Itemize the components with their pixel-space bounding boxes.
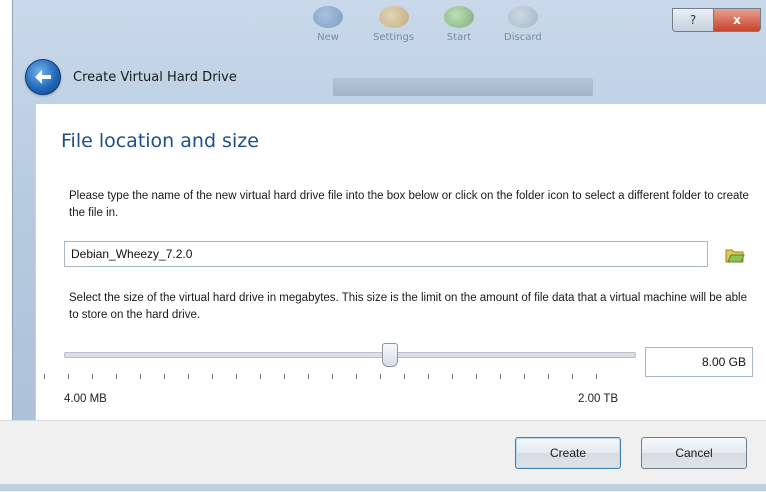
back-button[interactable] <box>25 59 61 95</box>
bg-toolbar-label: Settings <box>373 32 415 43</box>
slider-tick <box>44 374 45 379</box>
bg-toolbar-label: Start <box>446 32 472 43</box>
slider-tick <box>428 374 429 379</box>
slider-tick <box>92 374 93 379</box>
page-title: File location and size <box>61 130 259 152</box>
slider-tick <box>500 374 501 379</box>
window-title: Create Virtual Hard Drive <box>73 69 237 85</box>
folder-icon[interactable] <box>725 247 745 263</box>
window-buttons: ? x <box>672 8 761 32</box>
slider-tick <box>452 374 453 379</box>
close-icon: x <box>733 13 741 27</box>
slider-ticks <box>44 374 604 380</box>
slider-max-label: 2.00 TB <box>578 393 619 405</box>
slider-tick <box>380 374 381 379</box>
size-slider[interactable] <box>64 334 636 374</box>
slider-tick <box>356 374 357 379</box>
slider-tick <box>476 374 477 379</box>
background-selected-vm <box>333 78 593 96</box>
slider-tick <box>524 374 525 379</box>
bg-toolbar-new: New <box>313 6 343 66</box>
size-description: Select the size of the virtual hard driv… <box>69 292 747 321</box>
filename-input[interactable]: Debian_Wheezy_7.2.0 <box>64 241 708 267</box>
slider-tick <box>140 374 141 379</box>
background-toolbar: New Settings Start Discard <box>313 6 613 66</box>
discard-icon <box>507 6 538 28</box>
slider-tick <box>596 374 597 379</box>
slider-tick <box>116 374 117 379</box>
slider-tick <box>68 374 69 379</box>
slider-tick <box>284 374 285 379</box>
slider-tick <box>212 374 213 379</box>
bg-toolbar-label: New <box>317 32 339 43</box>
slider-tick <box>164 374 165 379</box>
location-description: Please type the name of the new virtual … <box>69 190 749 219</box>
background-right-area <box>673 78 763 96</box>
slider-tick <box>404 374 405 379</box>
close-button[interactable]: x <box>714 8 761 32</box>
bg-toolbar-discard: Discard <box>504 6 542 66</box>
bg-toolbar-label: Discard <box>504 32 542 43</box>
wizard-footer: Create Cancel <box>0 420 766 492</box>
help-icon: ? <box>689 13 697 27</box>
slider-tick <box>236 374 237 379</box>
slider-tick <box>260 374 261 379</box>
create-button[interactable]: Create <box>515 437 621 469</box>
size-input[interactable]: 8.00 GB <box>645 347 753 377</box>
slider-tick <box>188 374 189 379</box>
slider-tick <box>332 374 333 379</box>
slider-tick <box>548 374 549 379</box>
start-icon <box>444 6 475 28</box>
slider-tick <box>308 374 309 379</box>
back-arrow-icon <box>35 70 51 84</box>
settings-icon <box>378 6 409 28</box>
wizard-page: File location and size Please type the n… <box>35 103 766 422</box>
slider-min-label: 4.00 MB <box>64 393 107 405</box>
new-icon <box>313 6 343 28</box>
bg-toolbar-start: Start <box>444 6 475 66</box>
bottom-frame <box>0 484 766 491</box>
help-button[interactable]: ? <box>672 8 714 32</box>
slider-track[interactable] <box>64 352 636 358</box>
wizard-header: Create Virtual Hard Drive <box>25 52 237 102</box>
slider-thumb[interactable] <box>382 343 398 367</box>
slider-tick <box>572 374 573 379</box>
cancel-button[interactable]: Cancel <box>641 437 747 469</box>
bg-toolbar-settings: Settings <box>373 6 414 66</box>
